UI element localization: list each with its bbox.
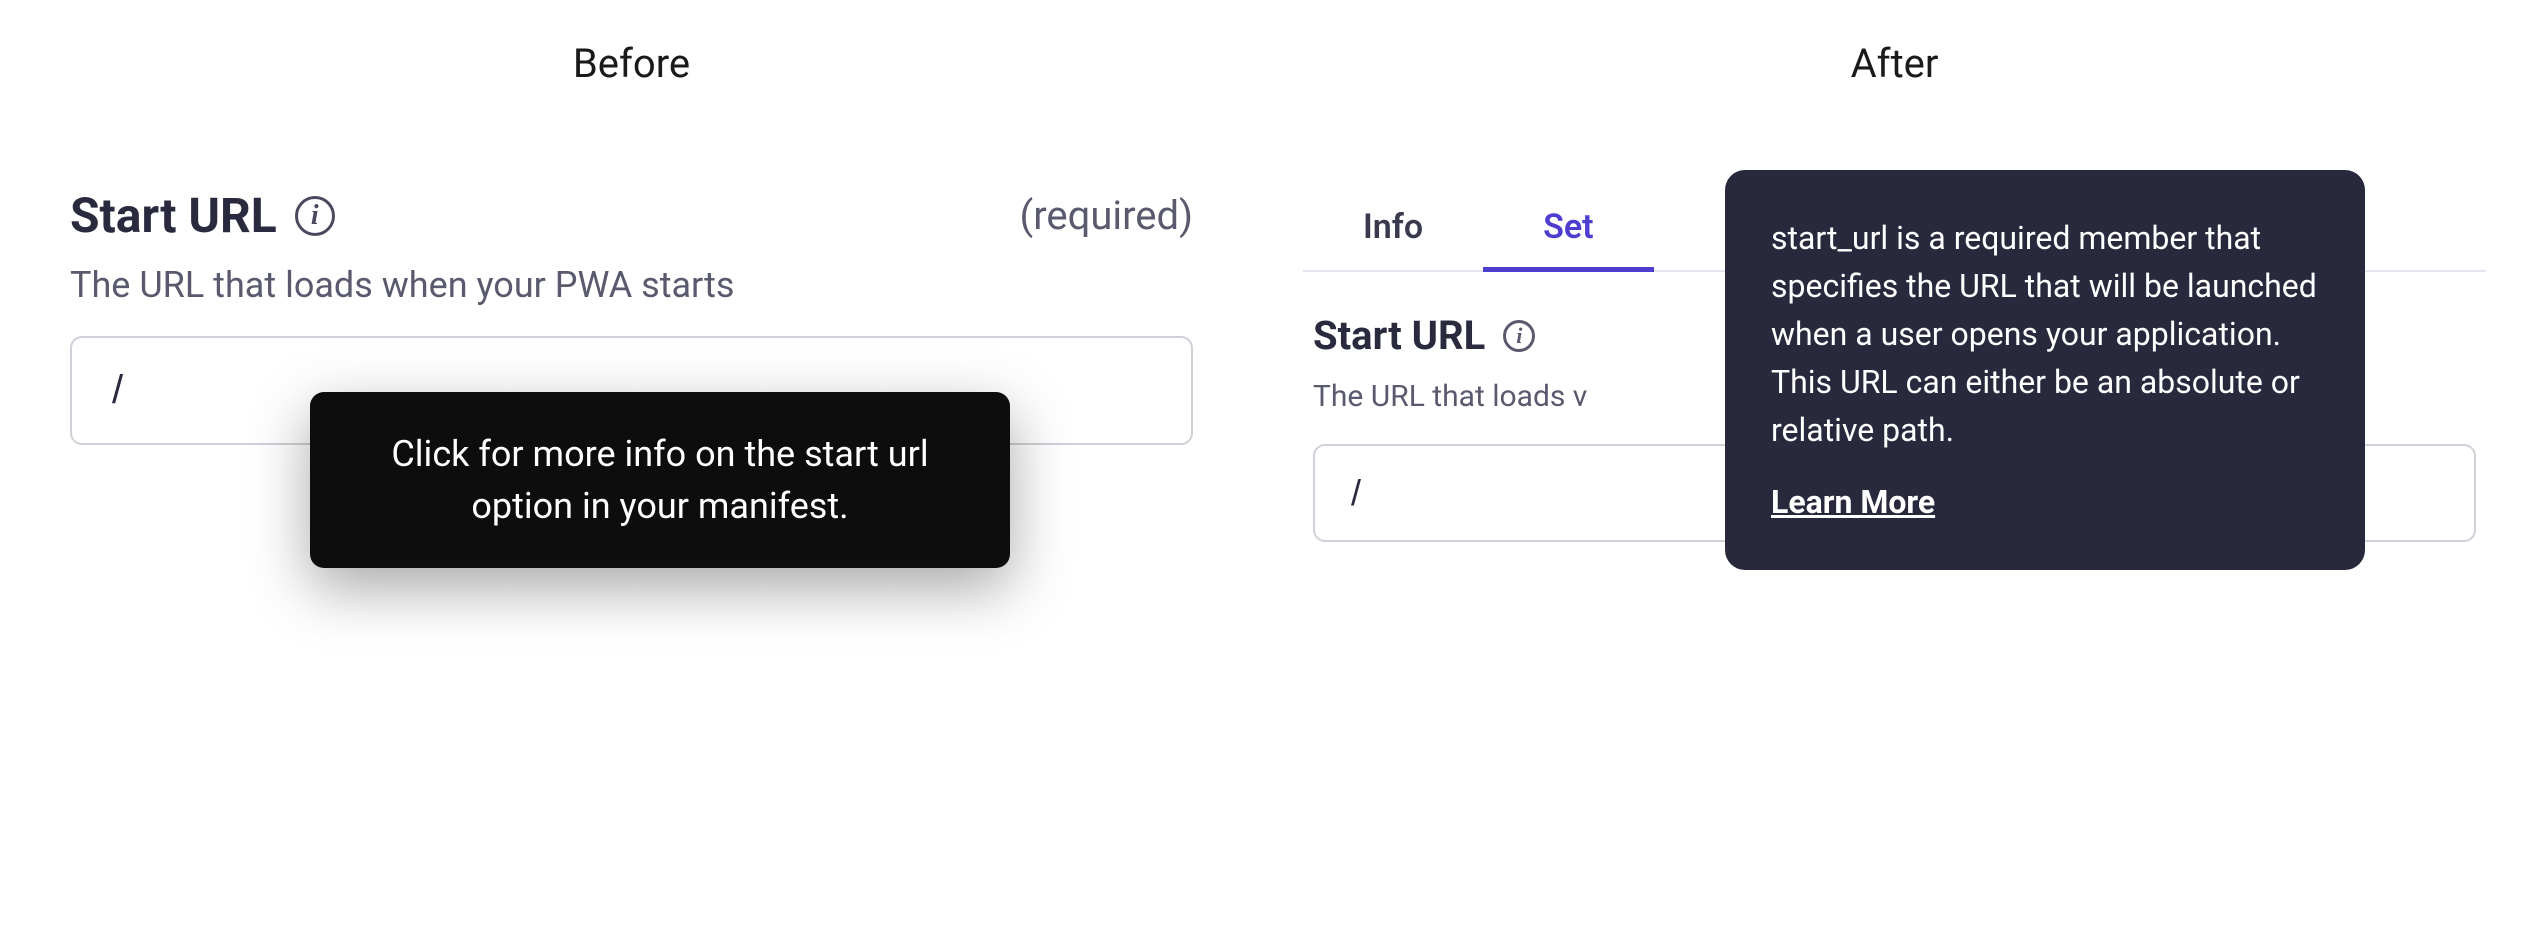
before-heading: Before [0, 40, 1263, 87]
start-url-label-after: Start URL [1313, 312, 1485, 359]
tooltip-after-text: start_url is a required member that spec… [1771, 214, 2319, 454]
before-panel: Before Start URL i (required) The URL th… [0, 0, 1263, 936]
before-label-left: Start URL i [70, 187, 335, 244]
after-label-left: Start URL i [1313, 312, 1535, 359]
learn-more-link[interactable]: Learn More [1771, 478, 1935, 526]
start-url-label: Start URL [70, 187, 277, 244]
tab-settings[interactable]: Set [1483, 187, 1653, 272]
info-icon[interactable]: i [295, 196, 335, 236]
tooltip-before-text: Click for more info on the start url opt… [391, 433, 928, 527]
required-indicator: (required) [1020, 192, 1193, 239]
tooltip-before: Click for more info on the start url opt… [310, 392, 1010, 568]
before-helper-text: The URL that loads when your PWA starts [70, 264, 1193, 306]
after-heading: After [1263, 40, 2526, 87]
tooltip-after: start_url is a required member that spec… [1725, 170, 2365, 570]
before-label-row: Start URL i (required) [70, 187, 1193, 244]
info-icon[interactable]: i [1503, 320, 1535, 352]
tab-info[interactable]: Info [1303, 187, 1483, 272]
